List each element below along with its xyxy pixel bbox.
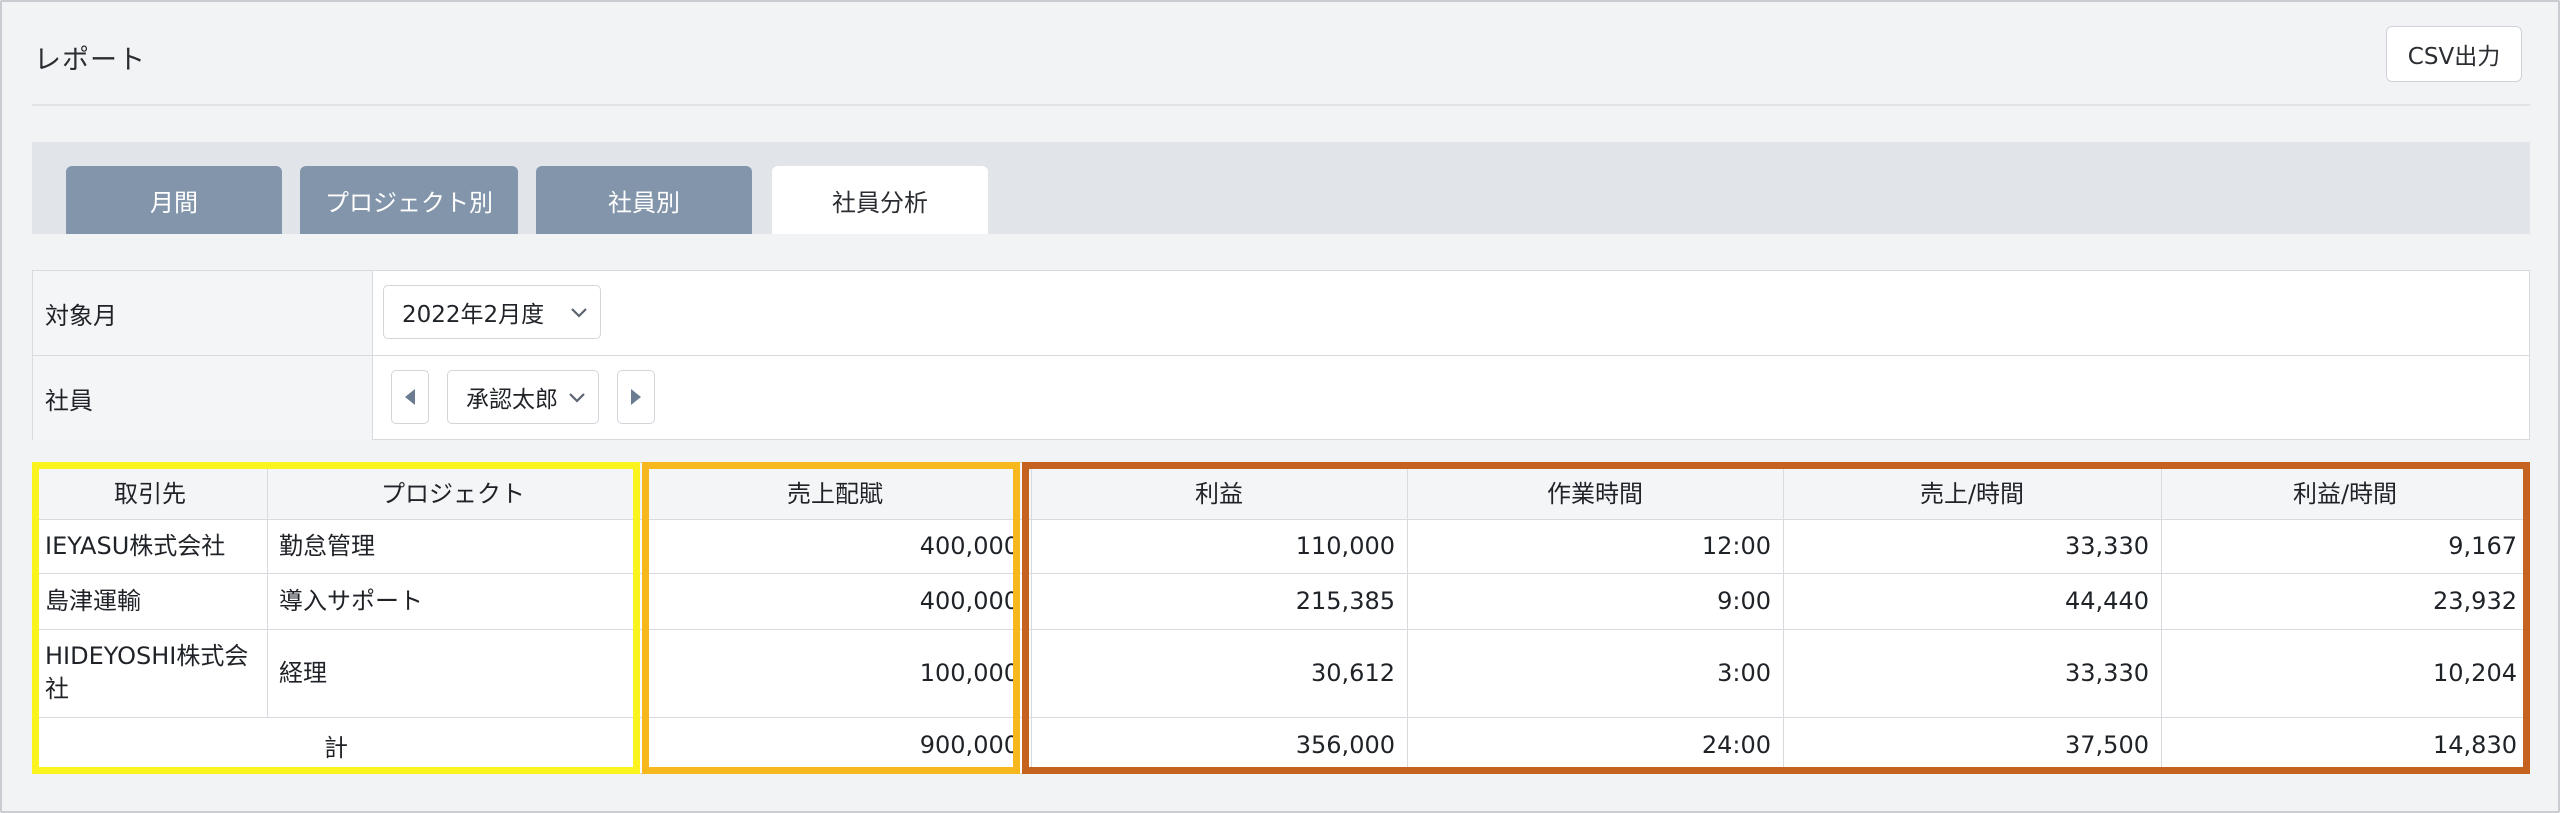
row-divider (33, 717, 2529, 718)
cell-sales-per-hour: 44,440 (2065, 587, 2149, 615)
cell-project: 勤怠管理 (279, 531, 375, 560)
analysis-table: 取引先 プロジェクト 売上配賦 利益 作業時間 売上/時間 利益/時間 IEYA… (32, 462, 2530, 774)
filter-row-month: 対象月 2022年2月度 (33, 271, 2529, 356)
employee-select[interactable]: 承認太郎 (447, 370, 599, 424)
column-divider (1783, 463, 1784, 773)
tab-monthly[interactable]: 月間 (66, 166, 282, 234)
column-header-sales-per-hour: 売上/時間 (1783, 463, 2161, 519)
total-sales-allocation: 900,000 (919, 731, 1019, 759)
filter-row-employee: 社員 承認太郎 (33, 356, 2529, 440)
prev-employee-button[interactable] (391, 370, 429, 424)
column-divider (1407, 463, 1408, 773)
cell-client: IEYASU株式会社 (45, 531, 226, 560)
cell-sales-allocation: 100,000 (919, 659, 1019, 687)
column-divider (1031, 463, 1032, 773)
header-divider (32, 104, 2530, 106)
column-header-work-hours: 作業時間 (1407, 463, 1783, 519)
cell-work-hours: 9:00 (1717, 587, 1771, 615)
employee-label: 社員 (33, 356, 373, 440)
month-select[interactable]: 2022年2月度 (383, 285, 601, 339)
column-header-profit: 利益 (1031, 463, 1407, 519)
cell-profit-per-hour: 10,204 (2433, 659, 2517, 687)
month-label: 対象月 (33, 271, 373, 355)
employee-select-value: 承認太郎 (466, 387, 558, 413)
column-header-project: プロジェクト (267, 463, 639, 519)
column-header-client: 取引先 (33, 463, 267, 519)
cell-project: 経理 (279, 658, 327, 687)
cell-project: 導入サポート (279, 586, 423, 615)
column-divider (267, 463, 268, 717)
report-page: レポート CSV出力 月間 プロジェクト別 社員別 社員分析 対象月 2022年… (0, 0, 2560, 813)
cell-profit-per-hour: 23,932 (2433, 587, 2517, 615)
total-label: 計 (324, 733, 348, 762)
row-divider (33, 629, 2529, 630)
column-header-profit-per-hour: 利益/時間 (2161, 463, 2529, 519)
chevron-down-icon (571, 308, 587, 318)
cell-profit-per-hour: 9,167 (2448, 532, 2517, 560)
tab-by-project[interactable]: プロジェクト別 (300, 166, 518, 234)
row-divider (33, 573, 2529, 574)
total-profit-per-hour: 14,830 (2433, 731, 2517, 759)
cell-sales-per-hour: 33,330 (2065, 659, 2149, 687)
column-divider (2161, 463, 2162, 773)
next-employee-button[interactable] (617, 370, 655, 424)
triangle-left-icon (405, 389, 415, 405)
page-title: レポート (34, 45, 146, 76)
filter-panel: 対象月 2022年2月度 社員 承認太郎 (32, 270, 2530, 440)
total-sales-per-hour: 37,500 (2065, 731, 2149, 759)
cell-work-hours: 12:00 (1701, 532, 1771, 560)
cell-profit: 30,612 (1311, 659, 1395, 687)
total-work-hours: 24:00 (1701, 731, 1771, 759)
total-profit: 356,000 (1295, 731, 1395, 759)
month-select-value: 2022年2月度 (402, 302, 545, 328)
cell-work-hours: 3:00 (1717, 659, 1771, 687)
row-divider (33, 519, 2529, 520)
chevron-down-icon (569, 393, 585, 403)
cell-sales-per-hour: 33,330 (2065, 532, 2149, 560)
tab-employee-analysis[interactable]: 社員分析 (772, 166, 988, 234)
cell-client: HIDEYOSHI株式会社 (45, 642, 249, 703)
cell-sales-allocation: 400,000 (919, 532, 1019, 560)
csv-export-button[interactable]: CSV出力 (2386, 26, 2522, 82)
cell-profit: 110,000 (1295, 532, 1395, 560)
column-divider (639, 463, 640, 773)
tab-by-employee[interactable]: 社員別 (536, 166, 752, 234)
column-header-sales-allocation: 売上配賦 (639, 463, 1031, 519)
cell-sales-allocation: 400,000 (919, 587, 1019, 615)
cell-client: 島津運輸 (45, 586, 141, 615)
triangle-right-icon (631, 389, 641, 405)
cell-profit: 215,385 (1295, 587, 1395, 615)
